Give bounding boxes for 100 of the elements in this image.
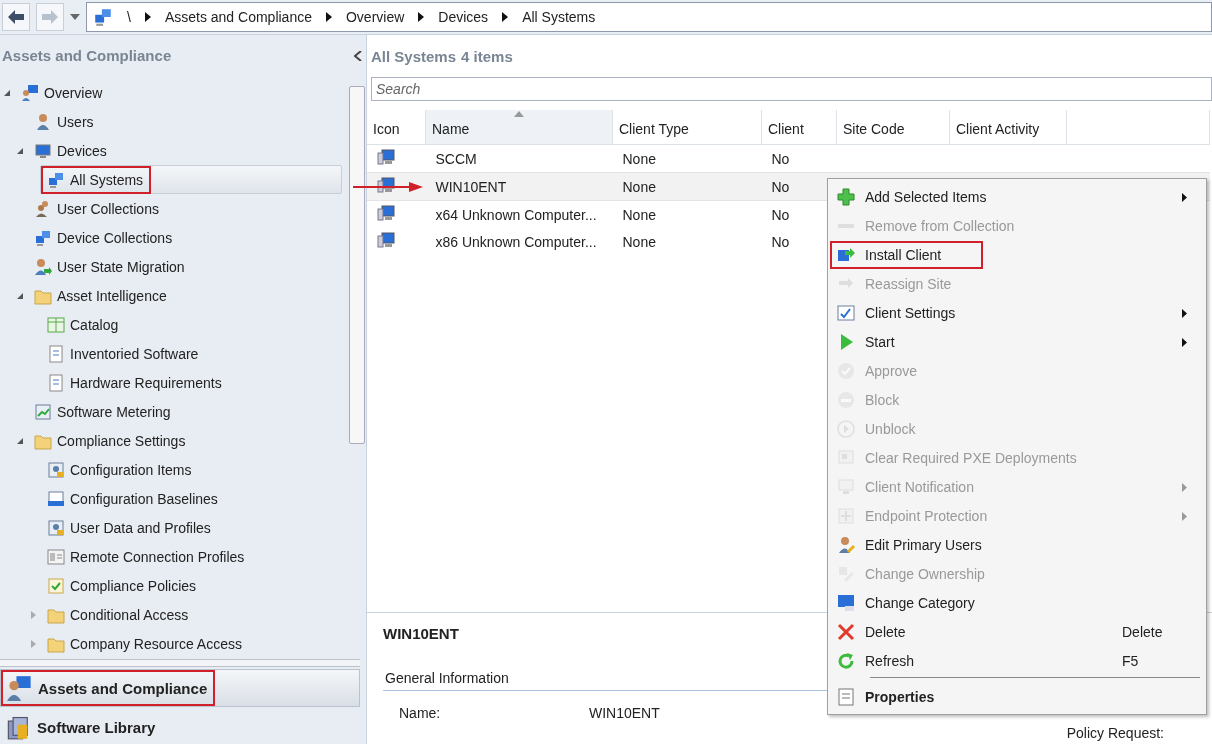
sort-icon [514,111,524,117]
breadcrumb-item[interactable]: \ [127,9,131,25]
search-field[interactable]: Search [371,77,1212,101]
tree-item[interactable]: Compliance Policies [70,577,197,594]
submenu-icon [1182,511,1187,521]
table-cell-text: x86 Unknown Computer... [434,232,598,252]
workspace-button[interactable]: Assets and Compliance [0,669,360,707]
tree-item[interactable]: Inventoried Software [70,345,199,362]
tree-item[interactable]: Compliance Settings [57,432,186,449]
forward-arrow-icon [41,9,59,25]
computer-icon [34,141,52,160]
tree-item[interactable]: Configuration Items [70,461,192,478]
address-bar[interactable]: \ Assets and Compliance Overview Devices All Systems [86,2,1212,32]
breadcrumb-item[interactable]: Assets and Compliance [164,9,312,25]
collapse-icon[interactable] [16,291,24,300]
checklist-icon [837,303,855,322]
tree-item[interactable]: Hardware Requirements [70,374,222,391]
menu-item[interactable]: Delete [865,623,906,640]
tree-item[interactable]: Company Resource Access [70,635,242,652]
person-computer-icon [7,675,33,701]
tree-item[interactable]: All Systems [70,171,144,188]
view-title: All Systems [371,47,457,65]
tree-item[interactable]: Catalog [70,316,119,333]
collapse-icon[interactable] [16,436,24,445]
collapse-icon[interactable] [3,88,11,97]
menu-item[interactable]: Properties [865,688,935,705]
tree-item[interactable]: Devices [57,142,107,159]
computer-icon [377,148,395,166]
dropdown-icon[interactable] [70,14,80,20]
tree-item[interactable]: Device Collections [57,229,173,246]
computers-icon [34,228,52,247]
column-header[interactable]: Client Activity [949,110,1067,145]
menu-item[interactable]: Change Category [865,594,975,611]
chevron-icon[interactable] [144,12,151,22]
menu-item[interactable]: Client Settings [865,304,956,321]
tree-item[interactable]: Users [57,113,94,130]
plus-icon [837,187,855,206]
tree-item[interactable]: Remote Connection Profiles [70,548,245,565]
document-icon [47,344,65,363]
column-header[interactable]: Client Type [612,110,762,145]
check-document-icon [47,576,65,595]
breadcrumb-item[interactable]: All Systems [522,9,596,25]
tree-item[interactable]: User Collections [57,200,159,217]
table-cell: WIN10ENT [425,172,613,201]
workspace-button[interactable]: Software Library [0,709,360,744]
back-button[interactable] [2,3,30,31]
column-header[interactable]: Icon [367,110,426,145]
field-label: Policy Request: [1066,725,1164,741]
table-cell: SCCM [425,144,613,173]
tree-item[interactable]: User State Migration [57,258,185,275]
table-cell: None [612,172,762,201]
person-arrow-icon [34,257,52,276]
chevron-icon[interactable] [325,12,332,22]
workspace-label: Assets and Compliance [38,679,208,697]
table-cell: None [612,200,762,228]
table-cell-text: No [770,232,791,252]
submenu-icon [1182,337,1187,347]
monitor-icon [837,593,855,612]
submenu-icon [1182,192,1187,202]
menu-item[interactable]: Edit Primary Users [865,536,982,553]
menu-item[interactable]: Start [865,333,895,350]
breadcrumb-item[interactable]: Devices [438,9,489,25]
table-cell: No [761,200,837,228]
tree-item[interactable]: Overview [44,84,103,101]
table-cell-text: None [621,232,657,252]
chevron-icon[interactable] [502,12,509,22]
pane-title: Assets and Compliance [2,47,172,65]
collapse-icon[interactable] [16,146,24,155]
collapse-icon[interactable] [354,50,362,61]
item-count: 4 items [461,47,513,65]
table-icon [47,315,65,334]
document-icon [47,373,65,392]
shortcut-label: F5 [1122,652,1140,669]
back-arrow-icon [7,9,25,25]
submenu-icon [1182,482,1187,492]
computers-icon [47,170,65,189]
tree-item[interactable]: Configuration Baselines [70,490,218,507]
tree-item[interactable]: Software Metering [57,403,171,420]
menu-item[interactable]: Add Selected Items [865,188,987,205]
column-header[interactable]: Site Code [836,110,950,145]
tree-item[interactable]: Asset Intelligence [57,287,167,304]
form-icon [837,687,855,706]
tree-item[interactable]: Conditional Access [70,606,189,623]
breadcrumb-item[interactable]: Overview [345,9,405,25]
chevron-icon[interactable] [418,12,425,22]
refresh-icon [837,651,855,670]
tree-item[interactable]: User Data and Profiles [70,519,211,536]
chart-document-icon [34,402,52,421]
details-title: WIN10ENT [383,625,459,642]
window-icon [47,547,65,566]
menu-item[interactable]: Refresh [865,652,915,669]
table-cell: x64 Unknown Computer... [425,200,613,228]
computer-icon [377,204,395,222]
table-cell: None [612,144,762,173]
computers-icon [93,7,113,27]
column-header[interactable]: Client [761,110,837,145]
computer-arrow-icon [837,245,855,264]
shortcut-label: Delete [1122,623,1164,640]
menu-item[interactable]: Install Client [865,246,942,263]
column-header[interactable]: Name [425,110,613,145]
